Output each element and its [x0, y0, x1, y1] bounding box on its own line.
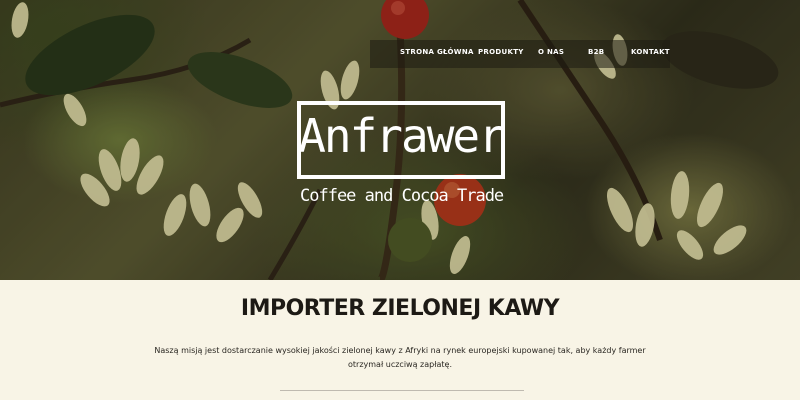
logo-title: Anfrawer: [298, 109, 506, 163]
logo-subtitle: Coffee and Cocoa Trade: [300, 186, 504, 206]
main-navigation: STRONA GŁÓWNA PRODUKTY O NAS B2B KONTAKT: [370, 40, 670, 68]
nav-item-products[interactable]: PRODUKTY: [478, 48, 524, 56]
nav-item-b2b[interactable]: B2B: [588, 48, 604, 56]
divider: [280, 390, 524, 391]
page-title: IMPORTER ZIELONEJ KAWY: [240, 296, 560, 321]
intro-section: IMPORTER ZIELONEJ KAWY Naszą misją jest …: [0, 280, 800, 400]
hero-banner: STRONA GŁÓWNA PRODUKTY O NAS B2B KONTAKT…: [0, 0, 800, 280]
nav-item-about[interactable]: O NAS: [538, 48, 564, 56]
nav-item-contact[interactable]: KONTAKT: [631, 48, 670, 56]
page: STRONA GŁÓWNA PRODUKTY O NAS B2B KONTAKT…: [0, 0, 800, 400]
nav-item-home[interactable]: STRONA GŁÓWNA: [400, 48, 474, 56]
mission-text: Naszą misją jest dostarczanie wysokiej j…: [154, 346, 646, 369]
